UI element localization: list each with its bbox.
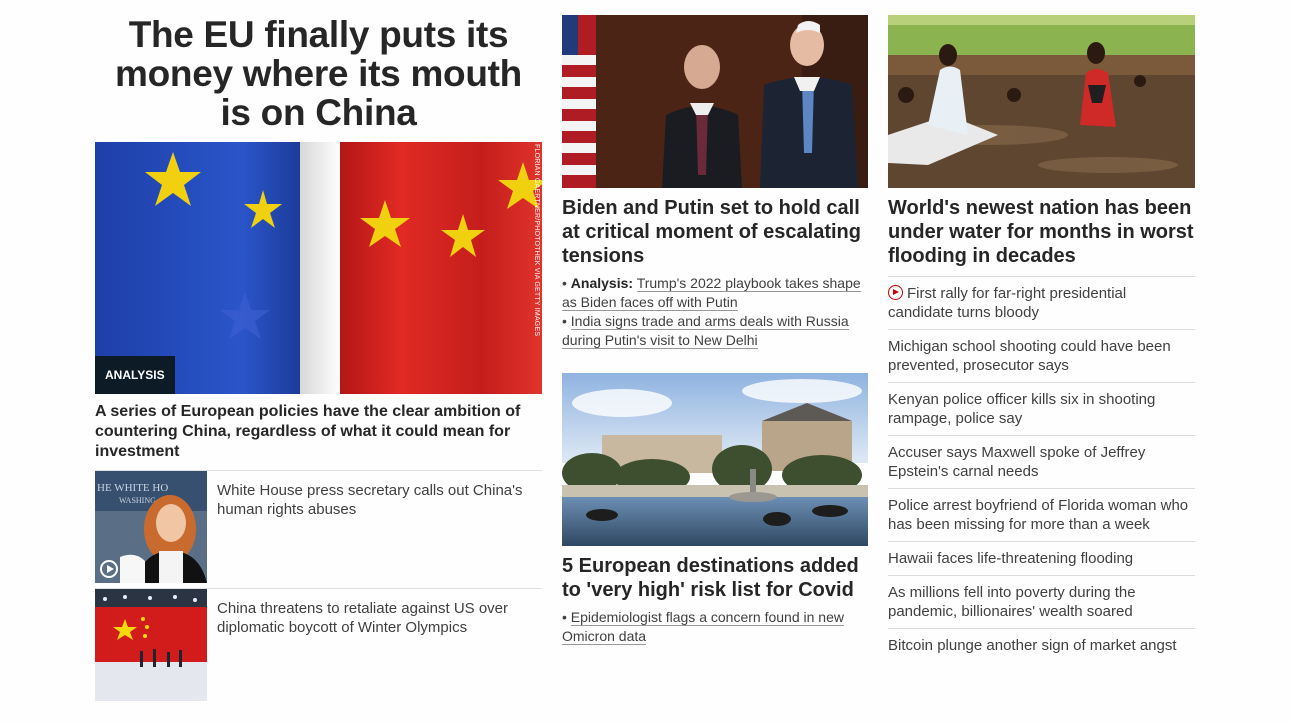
story2-headline[interactable]: Biden and Putin set to hold call at crit… (562, 196, 868, 268)
headline-list: First rally for far-right presidential c… (888, 276, 1195, 662)
list-item[interactable]: Accuser says Maxwell spoke of Jeffrey Ep… (888, 435, 1195, 488)
thumb-psaki[interactable]: HE WHITE HO WASHING (95, 471, 207, 583)
middle-column: Biden and Putin set to hold call at crit… (562, 15, 868, 646)
list-item[interactable]: As millions fell into poverty during the… (888, 575, 1195, 628)
list-item[interactable]: Police arrest boyfriend of Florida woman… (888, 488, 1195, 541)
list-headline[interactable]: As millions fell into poverty during the… (888, 584, 1136, 620)
list-item[interactable]: HE WHITE HO WASHING White House press se… (95, 470, 542, 583)
lead-headline[interactable]: The EU finally puts its money where its … (95, 15, 542, 135)
list-item[interactable]: Hawaii faces life-threatening flooding (888, 541, 1195, 575)
list-item[interactable]: Kenyan police officer kills six in shoot… (888, 382, 1195, 435)
list-item[interactable]: China threatens to retaliate against US … (95, 588, 542, 701)
bullet-prefix: Analysis: (570, 275, 634, 291)
story3-bullets: • Epidemiologist flags a concern found i… (562, 608, 868, 646)
bullet-link[interactable]: India signs trade and arms deals with Ru… (562, 313, 849, 349)
story2-bullets: • Analysis: Trump's 2022 playbook takes … (562, 274, 868, 350)
list-item[interactable]: Michigan school shooting could have been… (888, 329, 1195, 382)
flood-children-photo (888, 15, 1195, 188)
svg-text:WASHING: WASHING (119, 496, 156, 505)
lead-image[interactable]: FLORIAN GAERTNER/PHOTOTHEK VIA GETTY IMA… (95, 142, 542, 394)
list-headline[interactable]: Hawaii faces life-threatening flooding (888, 550, 1133, 567)
europe-destinations-image[interactable] (562, 373, 868, 546)
list-headline[interactable]: Kenyan police officer kills six in shoot… (888, 391, 1155, 427)
thumb-olympics[interactable] (95, 589, 207, 701)
list-item[interactable]: • Epidemiologist flags a concern found i… (562, 608, 868, 646)
biden-putin-photo (562, 15, 868, 188)
list-item[interactable]: • India signs trade and arms deals with … (562, 312, 868, 350)
bullet-link[interactable]: Epidemiologist flags a concern found in … (562, 609, 844, 645)
lead-subhead[interactable]: A series of European policies have the c… (95, 402, 542, 462)
olympics-arena-photo (95, 589, 207, 701)
list-item[interactable]: First rally for far-right presidential c… (888, 276, 1195, 329)
list-item[interactable]: • Analysis: Trump's 2022 playbook takes … (562, 274, 868, 312)
list-headline[interactable]: First rally for far-right presidential c… (888, 285, 1126, 321)
list-headline[interactable]: Police arrest boyfriend of Florida woman… (888, 497, 1188, 533)
paris-garden-photo (562, 373, 868, 546)
thumb-headline[interactable]: White House press secretary calls out Ch… (207, 471, 542, 582)
lead-story: The EU finally puts its money where its … (95, 15, 542, 701)
biden-putin-image[interactable] (562, 15, 868, 188)
list-item[interactable]: Bitcoin plunge another sign of market an… (888, 628, 1195, 662)
list-headline[interactable]: Accuser says Maxwell spoke of Jeffrey Ep… (888, 444, 1145, 480)
story4-headline[interactable]: World's newest nation has been under wat… (888, 196, 1195, 268)
svg-text:HE WHITE HO: HE WHITE HO (97, 482, 168, 494)
image-credit: FLORIAN GAERTNER/PHOTOTHEK VIA GETTY IMA… (533, 144, 540, 337)
flooding-image[interactable] (888, 15, 1195, 188)
story3-headline[interactable]: 5 European destinations added to 'very h… (562, 554, 868, 602)
play-icon (888, 285, 903, 300)
thumb-headline[interactable]: China threatens to retaliate against US … (207, 589, 542, 700)
play-icon (100, 560, 118, 578)
right-column: World's newest nation has been under wat… (888, 15, 1195, 662)
analysis-badge: ANALYSIS (95, 356, 175, 394)
list-headline[interactable]: Bitcoin plunge another sign of market an… (888, 637, 1177, 654)
list-headline[interactable]: Michigan school shooting could have been… (888, 338, 1171, 374)
